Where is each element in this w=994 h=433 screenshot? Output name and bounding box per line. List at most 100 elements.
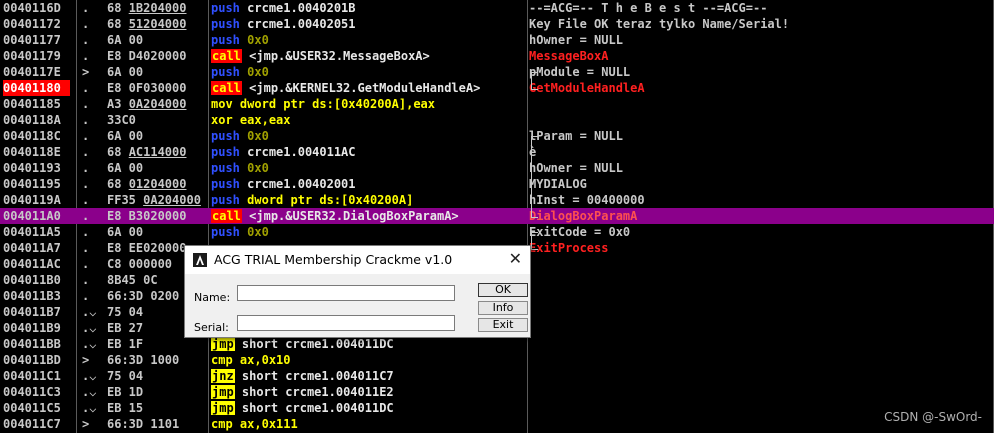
instruction-cell[interactable]: push crcme1.004011AC <box>211 144 527 160</box>
address-cell[interactable]: 00401193 <box>3 160 70 176</box>
disasm-row[interactable]: 004011C1 .⌵ 75 04 jnz short crcme1.004011C7 <box>0 368 994 384</box>
hex-dump-cell[interactable]: 6A 00 <box>107 128 205 144</box>
hex-dump-cell[interactable]: 6A 00 <box>107 64 205 80</box>
hex-dump-cell[interactable]: EB 1D <box>107 384 205 400</box>
disasm-row[interactable]: 004011BB .⌵ EB 1F jmp short crcme1.004011DC <box>0 336 994 352</box>
instruction-cell[interactable]: push dword ptr ds:[0x40200A] <box>211 192 527 208</box>
address-cell[interactable]: 004011C1 <box>3 368 70 384</box>
disasm-row[interactable]: 0040119A. FF35 0A204000 push dword ptr ds:… <box>0 192 994 208</box>
instruction-cell[interactable]: xor eax,eax <box>211 112 527 128</box>
comment-cell[interactable]: Key File OK teraz tylko Name/Serial! <box>529 16 994 32</box>
address-cell[interactable]: 004011C5 <box>3 400 70 416</box>
hex-dump-cell[interactable]: 6A 00 <box>107 160 205 176</box>
disasm-row[interactable]: 00401177. 6A 00 push 0x0 hOwner = NULL <box>0 32 994 48</box>
address-cell[interactable]: 004011B7 <box>3 304 70 320</box>
disasm-row[interactable]: 00401180. E8 0F030000 call <jmp.&KERNEL32.… <box>0 80 994 96</box>
comment-cell[interactable]: pModule = NULL <box>529 64 994 80</box>
hex-dump-cell[interactable]: EB 15 <box>107 400 205 416</box>
instruction-cell[interactable]: push crcme1.0040201B <box>211 0 527 16</box>
hex-dump-cell[interactable]: A3 0A204000 <box>107 96 205 112</box>
address-cell[interactable]: 004011A0 <box>3 208 70 224</box>
address-cell[interactable]: 004011B3 <box>3 288 70 304</box>
comment-cell[interactable]: GetModuleHandleA <box>529 80 994 96</box>
hex-dump-cell[interactable]: E8 B3020000 <box>107 208 205 224</box>
instruction-cell[interactable]: push crcme1.00402051 <box>211 16 527 32</box>
disasm-row[interactable]: 0040116D. 68 1B204000 push crcme1.0040201B… <box>0 0 994 16</box>
address-cell[interactable]: 004011A5 <box>3 224 70 240</box>
instruction-cell[interactable]: push crcme1.00402001 <box>211 176 527 192</box>
hex-dump-cell[interactable]: 33C0 <box>107 112 205 128</box>
comment-cell[interactable]: hOwner = NULL <box>529 160 994 176</box>
address-cell[interactable]: 00401179 <box>3 48 70 64</box>
instruction-cell[interactable]: cmp ax,0x10 <box>211 352 527 368</box>
comment-cell[interactable]: --=ACG=-- T h e B e s t --=ACG=-- <box>529 0 994 16</box>
disasm-row[interactable]: 004011A5. 6A 00 push 0x0 ExitCode = 0x0 <box>0 224 994 240</box>
comment-cell[interactable]: lParam = NULL <box>529 128 994 144</box>
disasm-row[interactable]: 0040117E >6A 00 push 0x0 pModule = NULL <box>0 64 994 80</box>
instruction-cell[interactable]: call <jmp.&KERNEL32.GetModuleHandleA> <box>211 80 527 96</box>
hex-dump-cell[interactable]: 75 04 <box>107 368 205 384</box>
hex-dump-cell[interactable]: 68 AC114000 <box>107 144 205 160</box>
instruction-cell[interactable]: jmp short crcme1.004011E2 <box>211 384 527 400</box>
instruction-cell[interactable]: push 0x0 <box>211 224 527 240</box>
instruction-cell[interactable]: push 0x0 <box>211 32 527 48</box>
address-cell[interactable]: 00401195 <box>3 176 70 192</box>
disasm-row[interactable]: 004011C7 >66:3D 1101 cmp ax,0x111 <box>0 416 994 432</box>
address-cell[interactable]: 004011C3 <box>3 384 70 400</box>
instruction-cell[interactable]: jnz short crcme1.004011C7 <box>211 368 527 384</box>
hex-dump-cell[interactable]: 68 1B204000 <box>107 0 205 16</box>
name-input[interactable] <box>237 285 455 301</box>
dialog-titlebar[interactable]: ACG TRIAL Membership Crackme v1.0 ✕ <box>185 246 530 274</box>
disassembly-view[interactable]: 0040116D. 68 1B204000 push crcme1.0040201B… <box>0 0 994 433</box>
disasm-row[interactable]: 0040118C. 6A 00 push 0x0 lParam = NULL <box>0 128 994 144</box>
address-cell[interactable]: 00401172 <box>3 16 70 32</box>
disasm-row[interactable]: 00401193. 6A 00 push 0x0 hOwner = NULL <box>0 160 994 176</box>
hex-dump-cell[interactable]: EB 1F <box>107 336 205 352</box>
address-cell[interactable]: 00401177 <box>3 32 70 48</box>
comment-cell[interactable]: hOwner = NULL <box>529 32 994 48</box>
address-cell[interactable]: 0040118A <box>3 112 70 128</box>
hex-dump-cell[interactable]: 66:3D 1101 <box>107 416 205 432</box>
instruction-cell[interactable]: call <jmp.&USER32.DialogBoxParamA> <box>211 208 527 224</box>
disasm-row[interactable]: 0040118A. 33C0 xor eax,eax <box>0 112 994 128</box>
disasm-row[interactable]: 004011C5 .⌵ EB 15 jmp short crcme1.004011DC <box>0 400 994 416</box>
address-cell[interactable]: 004011A7 <box>3 240 70 256</box>
close-icon[interactable]: ✕ <box>509 249 522 269</box>
hex-dump-cell[interactable]: E8 D4020000 <box>107 48 205 64</box>
breakpoint-address[interactable]: 00401180 <box>3 80 70 96</box>
comment-cell[interactable]: MessageBoxA <box>529 48 994 64</box>
comment-cell[interactable]: ExitCode = 0x0 <box>529 224 994 240</box>
address-cell[interactable]: 004011C7 <box>3 416 70 432</box>
instruction-cell[interactable]: jmp short crcme1.004011DC <box>211 400 527 416</box>
disasm-row[interactable]: 004011A0. E8 B3020000 call <jmp.&USER32.Di… <box>0 208 994 224</box>
instruction-cell[interactable]: push 0x0 <box>211 128 527 144</box>
instruction-cell[interactable]: jmp short crcme1.004011DC <box>211 336 527 352</box>
comment-cell[interactable]: hInst = 00400000 <box>529 192 994 208</box>
address-cell[interactable]: 0040119A <box>3 192 70 208</box>
address-cell[interactable]: 0040117E <box>3 64 70 80</box>
hex-dump-cell[interactable]: 68 01204000 <box>107 176 205 192</box>
disasm-row[interactable]: 00401172. 68 51204000 push crcme1.00402051… <box>0 16 994 32</box>
address-cell[interactable]: 004011BD <box>3 352 70 368</box>
hex-dump-cell[interactable]: 66:3D 1000 <box>107 352 205 368</box>
hex-dump-cell[interactable]: 68 51204000 <box>107 16 205 32</box>
exit-button[interactable]: Exit <box>478 318 528 332</box>
disasm-row[interactable]: 004011C3 .⌵ EB 1D jmp short crcme1.004011E2 <box>0 384 994 400</box>
hex-dump-cell[interactable]: E8 0F030000 <box>107 80 205 96</box>
ok-button[interactable]: OK <box>478 283 528 297</box>
comment-cell[interactable]: ExitProcess <box>529 240 994 256</box>
comment-cell[interactable]: è <box>529 144 994 160</box>
instruction-cell[interactable]: push 0x0 <box>211 64 527 80</box>
address-cell[interactable]: 00401185 <box>3 96 70 112</box>
address-cell[interactable]: 0040118C <box>3 128 70 144</box>
hex-dump-cell[interactable]: FF35 0A204000 <box>107 192 205 208</box>
address-cell[interactable]: 004011B0 <box>3 272 70 288</box>
address-cell[interactable]: 004011BB <box>3 336 70 352</box>
address-cell[interactable]: 0040118E <box>3 144 70 160</box>
hex-dump-cell[interactable]: 6A 00 <box>107 224 205 240</box>
disasm-row[interactable]: 0040118E. 68 AC114000 push crcme1.004011AC… <box>0 144 994 160</box>
address-cell[interactable]: 004011AC <box>3 256 70 272</box>
hex-dump-cell[interactable]: 6A 00 <box>107 32 205 48</box>
disasm-row[interactable]: 00401185. A3 0A204000 mov dword ptr ds:[0x… <box>0 96 994 112</box>
comment-cell[interactable]: MYDIALOG <box>529 176 994 192</box>
